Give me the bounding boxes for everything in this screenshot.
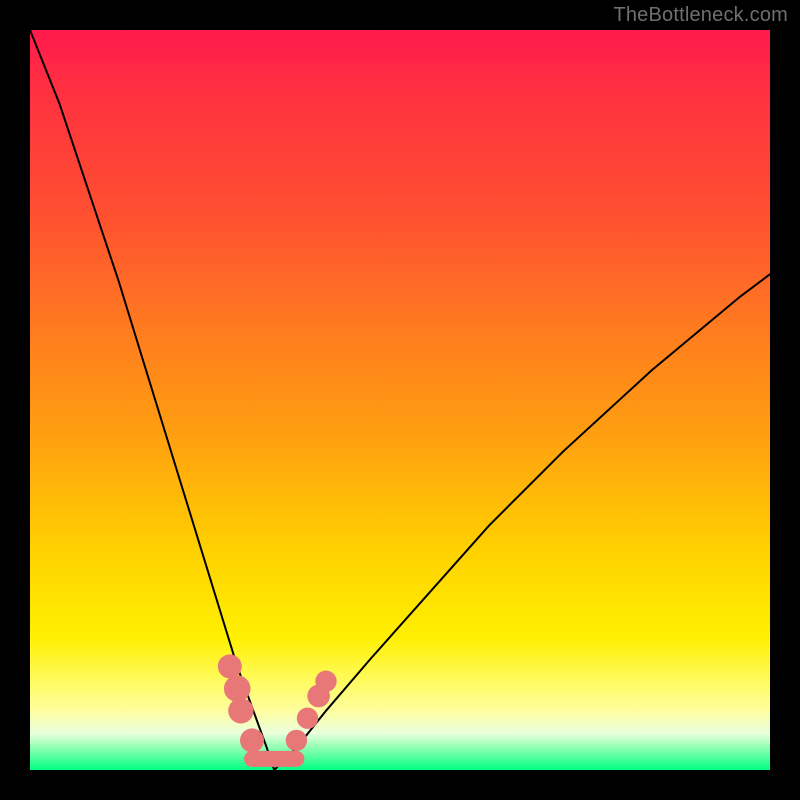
- right-arm-curve: [274, 274, 770, 770]
- marker-dot-4: [286, 730, 307, 751]
- marker-dot-5: [297, 708, 318, 729]
- watermark-text: TheBottleneck.com: [613, 4, 788, 27]
- marker-group: [218, 654, 337, 752]
- marker-dot-1: [224, 675, 251, 702]
- marker-dot-3: [240, 728, 264, 752]
- chart-stage: TheBottleneck.com: [0, 0, 800, 800]
- curve-overlay: [30, 30, 770, 770]
- marker-dot-7: [315, 671, 336, 692]
- plot-area: [30, 30, 770, 770]
- marker-dot-2: [228, 698, 253, 723]
- marker-dot-0: [218, 654, 242, 678]
